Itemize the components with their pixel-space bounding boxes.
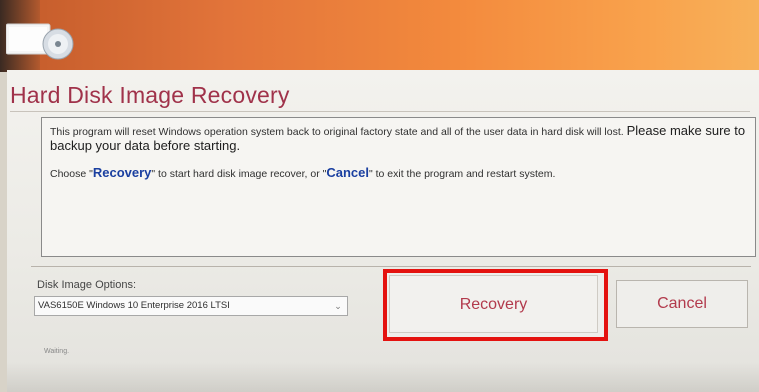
disk-image-selected-value: VAS6150E Windows 10 Enterprise 2016 LTSI xyxy=(38,300,230,311)
warning-text: This program will reset Windows operatio… xyxy=(50,124,747,154)
disk-image-select[interactable]: VAS6150E Windows 10 Enterprise 2016 LTSI… xyxy=(34,296,348,316)
status-text: Waiting. xyxy=(44,348,70,355)
chevron-down-icon[interactable]: ⌄ xyxy=(331,298,345,314)
recovery-button-highlight: Recovery xyxy=(383,269,608,341)
disk-image-options-label: Disk Image Options: xyxy=(37,279,137,291)
instruction-text: Choose "Recovery" to start hard disk ima… xyxy=(50,166,747,181)
disk-icon xyxy=(6,23,74,60)
header-banner xyxy=(0,0,759,72)
recovery-button[interactable]: Recovery xyxy=(389,275,598,333)
cancel-button[interactable]: Cancel xyxy=(616,280,748,328)
section-divider xyxy=(31,266,751,267)
instruction-middle: " to start hard disk image recover, or " xyxy=(151,168,327,180)
cancel-keyword: Cancel xyxy=(326,165,369,180)
description-box: This program will reset Windows operatio… xyxy=(41,117,756,257)
bottom-shade xyxy=(7,362,759,392)
instruction-prefix: Choose " xyxy=(50,168,93,180)
window-title: Hard Disk Image Recovery xyxy=(10,82,290,108)
warning-line: This program will reset Windows operatio… xyxy=(50,126,627,138)
instruction-suffix: " to exit the program and restart system… xyxy=(368,168,556,180)
recovery-keyword: Recovery xyxy=(92,165,152,180)
title-divider xyxy=(10,111,750,112)
